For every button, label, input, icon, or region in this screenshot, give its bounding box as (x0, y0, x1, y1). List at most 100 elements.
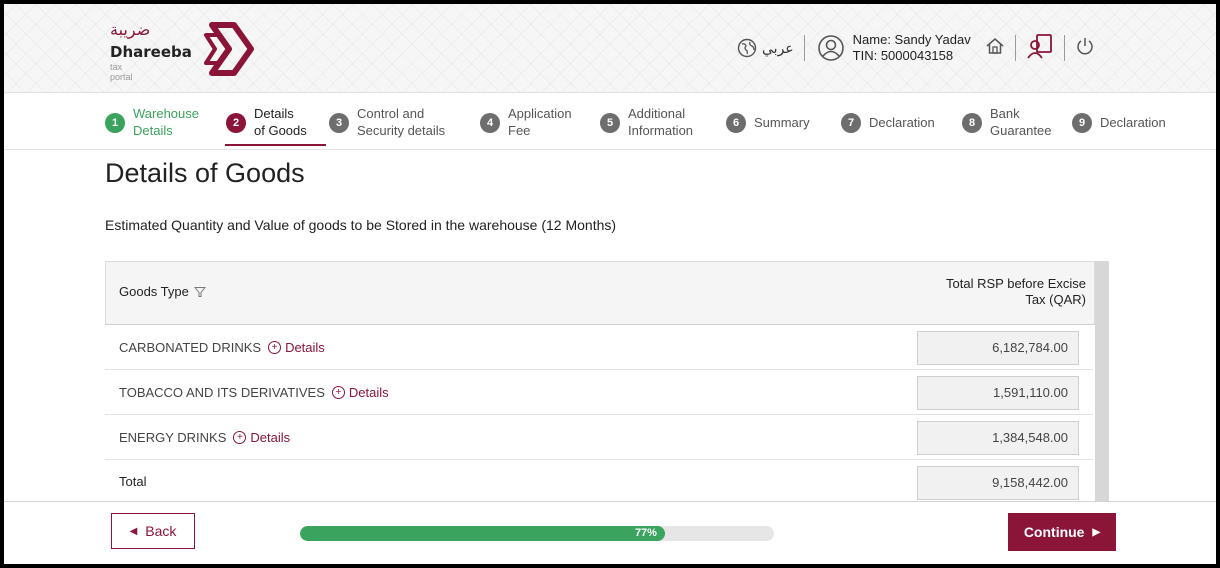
step-label-line2: Guarantee (990, 123, 1052, 138)
step-label: Declaration (1100, 115, 1166, 130)
footer: ◀ Back 77% Continue ▶ (4, 501, 1216, 564)
header-actions: عربي Name: Sandy Yadav TIN: 5000043158 (737, 26, 1095, 70)
step-label: Bank Guarantee (990, 105, 1051, 139)
home-icon (986, 37, 1004, 54)
total-value-field: 9,158,442.00 (917, 466, 1079, 500)
caret-right-icon: ▶ (1092, 526, 1101, 538)
page-title: Details of Goods (105, 158, 305, 188)
back-button[interactable]: ◀ Back (111, 513, 195, 549)
user-info[interactable]: Name: Sandy Yadav TIN: 5000043158 (817, 32, 971, 64)
logo-subtitle: tax portal (110, 62, 133, 82)
user-tin: TIN: 5000043158 (852, 48, 954, 63)
step-label-line2: of Goods (254, 123, 307, 138)
active-step-indicator (225, 144, 326, 146)
step-declaration-final[interactable]: 9 Declaration (1072, 105, 1166, 133)
step-application-fee[interactable]: 4 Application Fee (480, 105, 572, 139)
goods-table: Goods Type Total RSP before Excise Tax (… (105, 261, 1109, 505)
step-label-line1: Application (508, 106, 572, 121)
total-label: Total (119, 474, 147, 489)
step-label: Declaration (869, 115, 935, 130)
step-label-line2: Details (133, 123, 173, 138)
continue-button-label: Continue (1023, 524, 1085, 540)
power-icon (1076, 37, 1093, 54)
column-header-line2: Tax (QAR) (1025, 292, 1086, 307)
step-label-line1: Additional (628, 106, 686, 121)
step-warehouse-details[interactable]: 1 Warehouse Details (105, 105, 199, 139)
step-label: Details of Goods (254, 105, 307, 139)
plus-circle-icon: + (331, 386, 345, 399)
details-link-label: Details (250, 430, 291, 445)
table-row: ENERGY DRINKS + Details 1,384,548.00 (105, 415, 1093, 460)
column-header-line1: Total RSP before Excise (946, 276, 1086, 291)
goods-type-name: CARBONATED DRINKS (119, 340, 262, 355)
goods-type-cell: ENERGY DRINKS + Details (119, 430, 290, 445)
step-label: Warehouse Details (133, 105, 199, 139)
column-header-goods-type[interactable]: Goods Type (119, 284, 206, 299)
dhareeba-logo-icon (204, 22, 254, 76)
language-switch[interactable]: عربي (737, 35, 805, 61)
page-subtitle: Estimated Quantity and Value of goods to… (105, 217, 617, 233)
step-bank-guarantee[interactable]: 8 Bank Guarantee (962, 105, 1051, 139)
column-header-total-rsp: Total RSP before Excise Tax (QAR) (946, 276, 1086, 308)
table-total-row: Total 9,158,442.00 (105, 460, 1093, 505)
step-label: Summary (754, 115, 810, 130)
app-window: ضريبة Dhareeba tax portal عربي Name: San… (4, 4, 1216, 564)
table-scrollbar[interactable] (1095, 261, 1109, 501)
step-label: Control and Security details (357, 105, 445, 139)
step-label-line2: Security details (357, 123, 446, 138)
user-details: Name: Sandy Yadav TIN: 5000043158 (853, 32, 971, 64)
step-number: 9 (1072, 113, 1092, 133)
column-header-label: Goods Type (119, 284, 189, 299)
wizard-stepper: 1 Warehouse Details 2 Details of Goods 3… (4, 93, 1216, 150)
step-number: 5 (600, 113, 620, 133)
step-label-line2: Fee (508, 123, 531, 138)
filter-icon[interactable] (193, 286, 206, 298)
rsp-value-field: 6,182,784.00 (917, 331, 1079, 365)
user-name: Name: Sandy Yadav (852, 32, 971, 47)
language-label: عربي (762, 39, 794, 56)
step-summary[interactable]: 6 Summary (726, 105, 810, 133)
step-label-line1: Details (254, 106, 294, 121)
plus-circle-icon: + (268, 341, 282, 354)
table-row: TOBACCO AND ITS DERIVATIVES + Details 1,… (105, 370, 1093, 415)
step-number: 4 (480, 113, 500, 133)
step-number: 2 (226, 113, 246, 133)
details-link[interactable]: + Details (233, 430, 290, 445)
account-button[interactable] (1026, 32, 1054, 65)
home-button[interactable] (985, 36, 1005, 61)
goods-type-name: TOBACCO AND ITS DERIVATIVES (119, 385, 325, 400)
globe-icon (737, 38, 757, 58)
step-control-and-security[interactable]: 3 Control and Security details (329, 105, 445, 139)
goods-type-cell: TOBACCO AND ITS DERIVATIVES + Details (119, 385, 389, 400)
step-label: Application Fee (508, 105, 572, 139)
step-label-line1: Bank (990, 106, 1020, 121)
goods-type-cell: CARBONATED DRINKS + Details (119, 340, 325, 355)
logo-arabic-text: ضريبة (110, 20, 151, 39)
step-number: 8 (962, 113, 982, 133)
step-label-line2: Information (628, 123, 694, 138)
table-row: CARBONATED DRINKS + Details 6,182,784.00 (105, 325, 1093, 370)
details-link[interactable]: + Details (331, 385, 389, 400)
rsp-value-field: 1,384,548.00 (917, 421, 1079, 455)
details-link[interactable]: + Details (268, 340, 325, 355)
step-number: 1 (105, 113, 125, 133)
logo-name: Dhareeba (110, 43, 192, 61)
rsp-value-field: 1,591,110.00 (917, 376, 1079, 410)
logout-button[interactable] (1075, 36, 1095, 61)
header-divider (1063, 35, 1065, 61)
back-button-label: Back (145, 523, 177, 539)
details-link-label: Details (348, 385, 389, 400)
step-declaration[interactable]: 7 Declaration (841, 105, 935, 133)
book-user-icon (1026, 33, 1052, 59)
header-divider (1014, 35, 1016, 61)
step-additional-information[interactable]: 5 Additional Information (600, 105, 693, 139)
continue-button[interactable]: Continue ▶ (1008, 513, 1116, 551)
step-label: Additional Information (628, 105, 693, 139)
step-number: 7 (841, 113, 861, 133)
step-details-of-goods[interactable]: 2 Details of Goods (226, 105, 307, 139)
progress-text: 77% (634, 527, 657, 539)
step-label-line1: Control and (357, 106, 425, 121)
caret-left-icon: ◀ (129, 525, 138, 537)
step-number: 6 (726, 113, 746, 133)
table-header: Goods Type Total RSP before Excise Tax (… (105, 261, 1095, 325)
